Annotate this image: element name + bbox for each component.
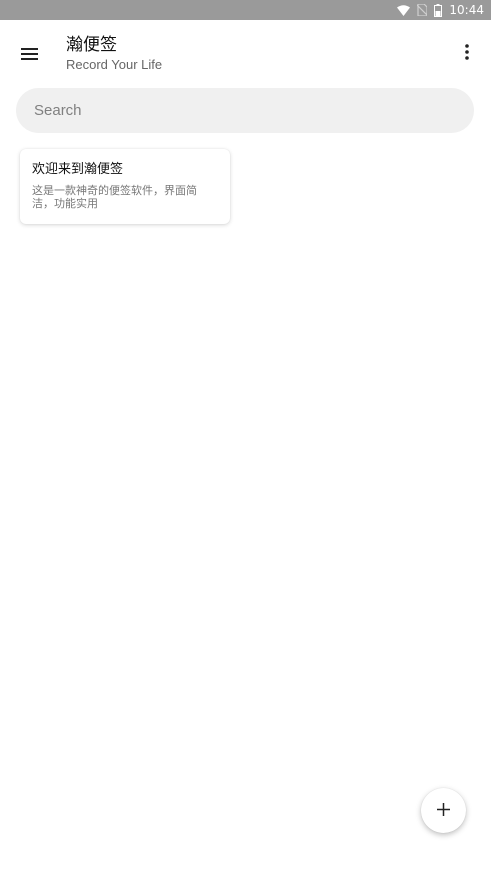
plus-icon	[437, 801, 450, 820]
status-time: 10:44	[449, 3, 484, 17]
more-options-button[interactable]	[451, 34, 483, 74]
add-note-button[interactable]	[421, 788, 466, 833]
status-bar: 10:44	[0, 0, 491, 20]
battery-icon	[434, 3, 443, 17]
note-card[interactable]: 欢迎来到瀚便签 这是一款神奇的便签软件，界面简 洁，功能实用	[20, 149, 230, 224]
search-input[interactable]	[32, 101, 474, 120]
note-body: 这是一款神奇的便签软件，界面简 洁，功能实用	[32, 184, 218, 210]
note-body-line: 这是一款神奇的便签软件，界面简	[32, 184, 197, 197]
app-subtitle: Record Your Life	[66, 57, 163, 72]
wifi-icon	[397, 4, 411, 16]
more-vert-icon	[465, 44, 469, 64]
app-title: 瀚便签	[66, 35, 117, 55]
hamburger-menu-icon	[20, 45, 38, 64]
menu-button[interactable]	[9, 34, 49, 74]
no-sim-icon	[417, 4, 428, 16]
search-bar[interactable]	[16, 88, 474, 133]
app-bar: 瀚便签 Record Your Life	[0, 20, 491, 86]
title-block: 瀚便签 Record Your Life	[66, 34, 162, 74]
note-title: 欢迎来到瀚便签	[32, 162, 124, 177]
note-body-line: 洁，功能实用	[32, 197, 98, 210]
